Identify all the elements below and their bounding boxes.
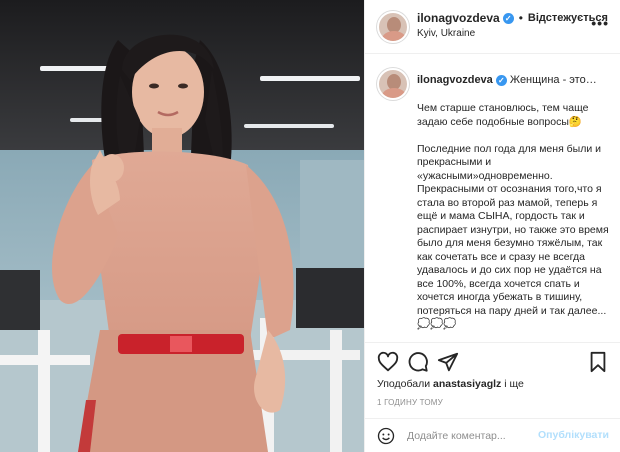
caption-title: Женщина - это…	[509, 74, 597, 86]
likes-suffix[interactable]: і ще	[504, 378, 524, 390]
share-icon[interactable]	[437, 351, 459, 373]
caption-username[interactable]: ilonagvozdeva	[417, 74, 493, 86]
comment-icon[interactable]	[407, 351, 429, 373]
heart-icon[interactable]	[377, 351, 399, 373]
post-panel: ilonagvozdeva ✓ • Відстежується Kyiv, Uk…	[364, 0, 620, 452]
post-photo[interactable]	[0, 0, 364, 452]
likes-prefix: Уподобали	[377, 378, 431, 390]
more-dots-icon[interactable]: •••	[591, 15, 609, 31]
comment-bar: Опублікувати	[365, 418, 620, 452]
caption-text: Чем старше становлюсь, тем чаще задаю се…	[417, 102, 609, 330]
caption-section: ilonagvozdeva ✓ Женщина - это… Чем старш…	[365, 54, 620, 342]
action-bar	[365, 342, 620, 378]
photo-illustration	[0, 0, 364, 452]
header-user-line: ilonagvozdeva ✓ • Відстежується	[417, 11, 608, 25]
smiley-icon[interactable]	[377, 427, 395, 445]
likes-user-link[interactable]: anastasiyaglz	[433, 378, 501, 390]
verified-badge-icon: ✓	[502, 12, 514, 24]
avatar[interactable]	[377, 11, 409, 43]
post-location[interactable]: Kyiv, Ukraine	[417, 28, 475, 39]
comment-input[interactable]	[407, 428, 537, 444]
caption-avatar[interactable]	[377, 68, 409, 100]
bookmark-icon[interactable]	[587, 351, 609, 373]
author-username[interactable]: ilonagvozdeva	[417, 11, 500, 25]
likes-line: Уподобали anastasiyaglz і ще	[377, 378, 524, 390]
caption-header: ilonagvozdeva ✓ Женщина - это…	[417, 72, 609, 88]
post-timestamp[interactable]: 1 ГОДИНУ ТОМУ	[377, 398, 443, 407]
separator-dot: •	[518, 11, 523, 25]
caption-verified-badge-icon: ✓	[495, 75, 507, 86]
publish-button[interactable]: Опублікувати	[538, 429, 609, 441]
post-header: ilonagvozdeva ✓ • Відстежується Kyiv, Uk…	[365, 0, 620, 54]
